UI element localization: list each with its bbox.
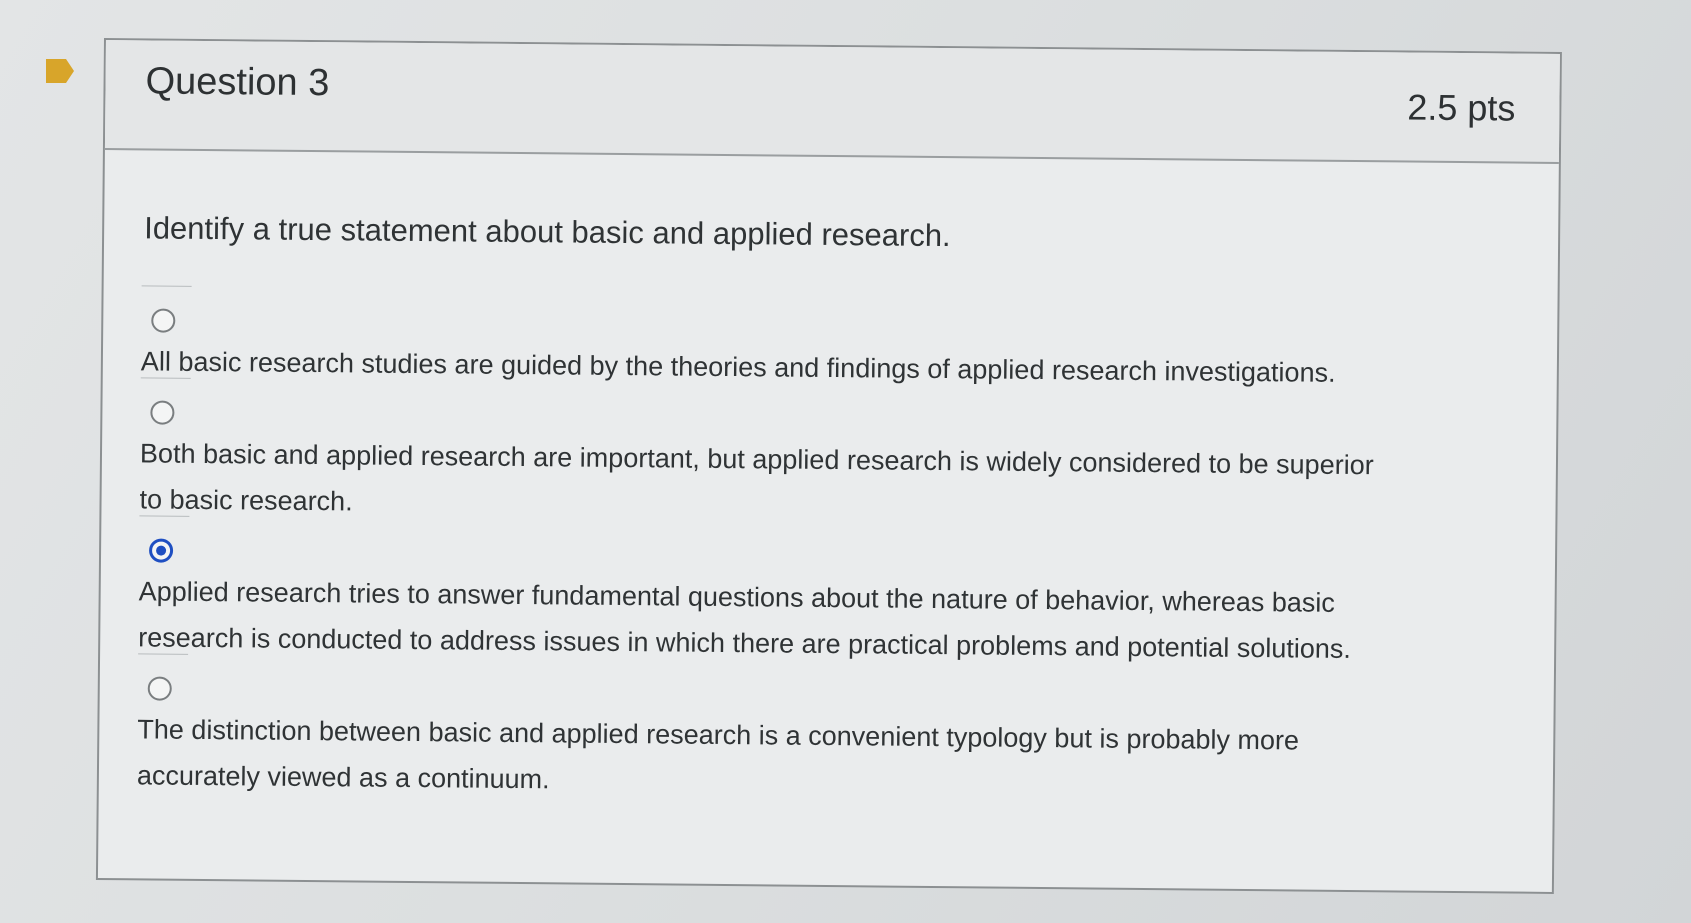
- radio-unchecked-icon[interactable]: [151, 308, 176, 333]
- question-header: Question 3 2.5 pts: [104, 40, 1560, 164]
- answer-option-4[interactable]: The distinction between basic and applie…: [136, 653, 1438, 811]
- answer-option-label: Both basic and applied research are impo…: [139, 438, 1374, 517]
- answer-option-1[interactable]: All basic research studies are guided by…: [140, 285, 1442, 441]
- question-card: Question 3 2.5 pts Identify a true state…: [95, 38, 1562, 894]
- answer-list: All basic research studies are guided by…: [136, 285, 1442, 811]
- answer-option-2[interactable]: Both basic and applied research are impo…: [138, 377, 1441, 579]
- question-points: 2.5 pts: [1407, 86, 1516, 129]
- answer-option-label: Applied research tries to answer fundame…: [138, 576, 1351, 664]
- answer-option-label: The distinction between basic and applie…: [136, 714, 1300, 795]
- question-title: Question 3: [145, 60, 330, 105]
- question-prompt: Identify a true statement about basic an…: [144, 210, 951, 254]
- answer-option-label: All basic research studies are guided by…: [140, 346, 1336, 388]
- answer-option-3[interactable]: Applied research tries to answer fundame…: [137, 515, 1439, 717]
- radio-unchecked-icon[interactable]: [147, 676, 172, 701]
- radio-unchecked-icon[interactable]: [150, 400, 175, 425]
- radio-checked-icon[interactable]: [148, 538, 174, 563]
- flag-icon[interactable]: [44, 56, 76, 86]
